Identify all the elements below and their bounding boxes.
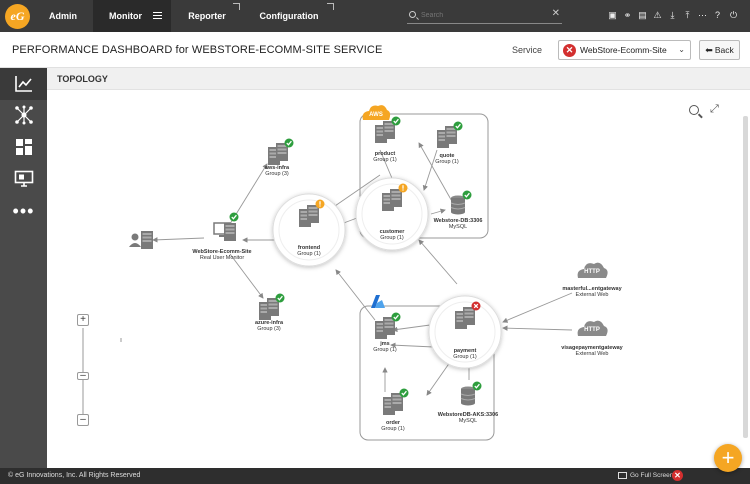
go-full-screen-link[interactable]: Go Full Screen (630, 472, 673, 479)
service-select[interactable]: ✕ WebStore-Ecomm-Site ⌄ (558, 40, 691, 60)
expand-icon[interactable]: ⤢ (710, 103, 719, 116)
order-node[interactable] (383, 387, 410, 416)
tab-monitor-label: Monitor (109, 11, 142, 21)
top-nav-bar: eG Admin Monitor Reporter Configuration … (0, 0, 750, 32)
zoom-out-button[interactable]: – (77, 414, 89, 426)
search-icon (409, 11, 416, 18)
external-link-icon (233, 3, 240, 10)
rum-node[interactable] (213, 211, 240, 242)
webstore-db-node[interactable] (450, 189, 473, 215)
tab-admin[interactable]: Admin (36, 0, 90, 32)
add-fab-button[interactable]: + (714, 444, 742, 472)
http-cloud-masterful[interactable] (577, 262, 608, 278)
section-header: TOPOLOGY (47, 68, 750, 90)
tab-monitor[interactable]: Monitor (93, 0, 171, 32)
back-button[interactable]: ⬅ Back (699, 40, 740, 60)
layers-icon (15, 139, 32, 155)
jms-node[interactable] (375, 311, 402, 340)
search-box: ✕ (407, 7, 562, 24)
quote-node[interactable] (437, 120, 464, 149)
lock-icon[interactable]: ▤ (637, 10, 648, 21)
tab-reporter-label: Reporter (188, 11, 226, 21)
vertical-scrollbar[interactable] (743, 116, 748, 438)
copyright-text: © eG Innovations, Inc. All Rights Reserv… (8, 472, 141, 479)
sidebar-item-monitor[interactable] (0, 163, 47, 195)
upload-icon[interactable]: ⤒ (682, 10, 693, 21)
sidebar-item-layers[interactable] (0, 131, 47, 163)
customer-node[interactable] (355, 177, 429, 251)
topology-graph (120, 105, 608, 441)
hamburger-icon[interactable] (153, 12, 162, 19)
http-cloud-visage[interactable] (577, 320, 608, 336)
dashboard-title-bar: PERFORMANCE DASHBOARD for WEBSTORE-ECOMM… (0, 32, 750, 68)
sidebar-item-dashboard[interactable] (0, 68, 47, 100)
back-arrow-icon: ⬅ (705, 44, 713, 55)
external-link-icon (327, 3, 334, 10)
more-dots-icon: ••• (12, 201, 35, 221)
error-status-icon: ✕ (563, 44, 576, 57)
link-icon[interactable]: ⚭ (622, 10, 633, 21)
tab-configuration-label: Configuration (259, 11, 319, 21)
left-sidebar: ••• (0, 68, 47, 468)
product-node[interactable] (375, 115, 402, 144)
more-icon[interactable]: ⋯ (697, 10, 708, 21)
sidebar-item-more[interactable]: ••• (0, 195, 47, 227)
zoom-control: + – – (74, 314, 92, 428)
chevron-down-icon: ⌄ (678, 45, 685, 54)
dashboard-chart-icon (14, 76, 32, 92)
payment-node[interactable] (428, 295, 502, 369)
topology-icon (14, 105, 33, 125)
monitor-icon[interactable]: ▣ (607, 10, 618, 21)
section-title: TOPOLOGY (57, 74, 108, 84)
azure-logo (371, 295, 385, 308)
download-icon[interactable]: ⤓ (667, 10, 678, 21)
tab-configuration[interactable]: Configuration (244, 0, 334, 32)
frontend-node[interactable] (272, 193, 346, 267)
user-node[interactable] (129, 231, 153, 249)
footer-bar: © eG Innovations, Inc. All Rights Reserv… (0, 468, 750, 484)
zoom-in-button[interactable]: + (77, 314, 89, 326)
service-selected-value: WebStore-Ecomm-Site (580, 45, 667, 55)
eg-logo[interactable]: eG (5, 4, 30, 29)
aws-badge (362, 105, 391, 120)
help-icon[interactable]: ? (712, 10, 723, 21)
zoom-handle[interactable]: – (77, 371, 89, 381)
clear-search-icon[interactable]: ✕ (552, 8, 560, 19)
tab-admin-label: Admin (49, 11, 77, 21)
error-status-icon[interactable]: ✕ (672, 470, 683, 481)
topology-canvas: aws-infra Group (3) azure-infra Group (3… (47, 90, 750, 468)
main-panel: TOPOLOGY aws-infra Group (3) azure-infra… (47, 68, 750, 468)
sidebar-item-topology[interactable] (0, 99, 47, 131)
service-label: Service (512, 45, 543, 55)
alert-icon[interactable]: ⚠ (652, 10, 663, 21)
tab-reporter[interactable]: Reporter (176, 0, 240, 32)
power-icon[interactable]: ⏻ (728, 10, 739, 21)
webstoredb-aks-node[interactable] (460, 380, 483, 406)
back-button-label: Back (714, 45, 734, 55)
aws-infra-node[interactable] (268, 137, 295, 166)
fullscreen-icon[interactable] (618, 472, 627, 479)
search-input[interactable] (421, 8, 546, 22)
page-title: PERFORMANCE DASHBOARD for WEBSTORE-ECOMM… (12, 44, 383, 56)
monitor-screen-icon (14, 170, 33, 187)
